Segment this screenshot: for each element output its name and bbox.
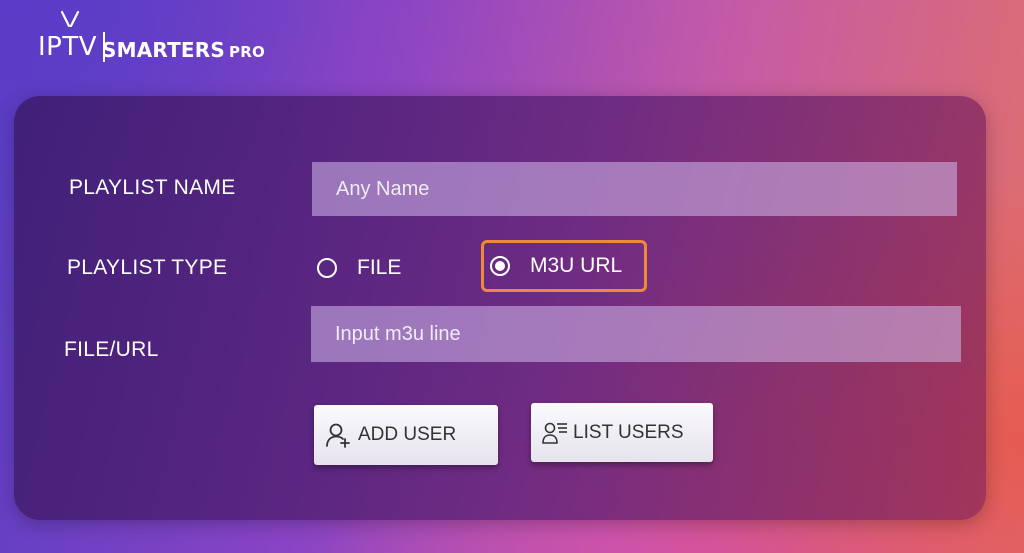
add-playlist-panel: PLAYLIST NAME PLAYLIST TYPE FILE M3U URL…	[14, 96, 986, 520]
playlist-name-label: PLAYLIST NAME	[69, 176, 236, 199]
list-users-icon	[542, 422, 567, 444]
playlist-type-m3u-radio[interactable]: M3U URL	[481, 240, 647, 292]
list-users-button[interactable]: LIST USERS	[531, 403, 713, 462]
playlist-type-label: PLAYLIST TYPE	[67, 256, 228, 279]
logo-smarters-text: SMARTERS PRO	[102, 38, 265, 62]
radio-file-label: FILE	[357, 256, 402, 279]
logo-pro-text: PRO	[229, 43, 265, 61]
logo-smarters-word: SMARTERS	[102, 38, 225, 62]
add-user-label: ADD USER	[358, 424, 457, 445]
logo-iptv-text: IPTV	[38, 32, 106, 62]
radio-checked-icon	[490, 256, 510, 276]
add-user-icon	[326, 423, 350, 448]
list-users-label: LIST USERS	[573, 421, 684, 443]
radio-m3u-label: M3U URL	[530, 254, 623, 277]
add-user-button[interactable]: ADD USER	[314, 405, 498, 465]
playlist-type-file-radio[interactable]: FILE	[317, 256, 401, 280]
tv-antenna-icon	[60, 10, 80, 28]
file-url-label: FILE/URL	[64, 338, 159, 361]
radio-unchecked-icon	[317, 258, 337, 278]
app-logo: IPTV SMARTERS PRO	[38, 10, 278, 72]
playlist-name-input[interactable]	[312, 162, 957, 216]
file-url-input[interactable]	[311, 306, 961, 362]
